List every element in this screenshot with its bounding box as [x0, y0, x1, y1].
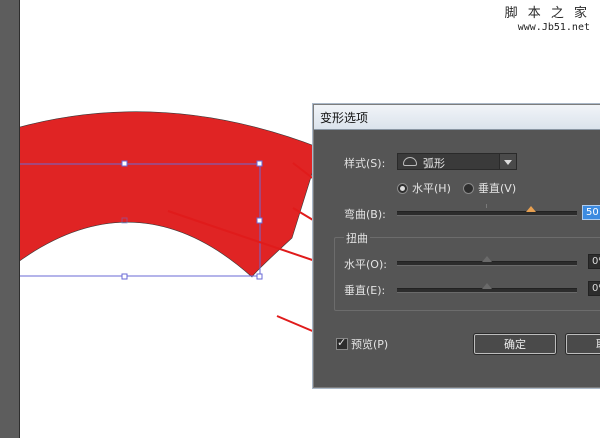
- preview-checkbox[interactable]: ✓: [336, 336, 348, 350]
- distort-horizontal-value[interactable]: 0%: [588, 254, 600, 269]
- bend-label: 弯曲(B):: [344, 208, 386, 221]
- horizontal-radio-label: 水平(H): [412, 182, 451, 195]
- watermark-url: www.Jb51.net: [517, 21, 590, 33]
- left-panel-edge: [0, 0, 20, 438]
- warp-options-dialog: 变形选项 样式(S): 弧形 水平(H) 垂直(V) 弯曲(B): 50 扭曲 …: [313, 104, 600, 388]
- vertical-radio[interactable]: [463, 183, 474, 194]
- watermark: 脚 本 之 家 www.Jb51.net: [505, 6, 590, 34]
- arc-icon: [403, 157, 417, 166]
- distort-vertical-label: 垂直(E):: [344, 284, 386, 297]
- horizontal-radio[interactable]: [397, 183, 408, 194]
- dialog-title: 变形选项: [320, 111, 369, 125]
- distort-vertical-value[interactable]: 0%: [588, 281, 600, 296]
- distortion-group: [334, 237, 600, 311]
- dialog-titlebar[interactable]: 变形选项: [314, 105, 600, 130]
- ok-button[interactable]: 确定: [473, 333, 557, 355]
- distortion-group-label: 扭曲: [344, 230, 370, 246]
- preview-label: 预览(P): [351, 338, 389, 351]
- bend-value-field[interactable]: 50: [582, 205, 600, 220]
- style-select[interactable]: 弧形: [397, 153, 517, 170]
- cancel-button[interactable]: 取: [565, 333, 600, 355]
- watermark-name: 脚 本 之 家: [504, 6, 590, 21]
- chevron-down-icon[interactable]: [499, 154, 516, 169]
- check-icon: ✓: [337, 336, 347, 349]
- vertical-radio-label: 垂直(V): [478, 182, 517, 195]
- bend-slider[interactable]: [397, 211, 577, 216]
- bend-slider-thumb[interactable]: [526, 206, 536, 212]
- distort-horizontal-label: 水平(O):: [344, 258, 387, 271]
- style-select-value: 弧形: [423, 157, 445, 170]
- distort-horizontal-thumb[interactable]: [482, 256, 492, 262]
- distort-vertical-thumb[interactable]: [482, 283, 492, 289]
- bend-center-tick: [486, 204, 487, 208]
- style-label: 样式(S):: [344, 157, 386, 170]
